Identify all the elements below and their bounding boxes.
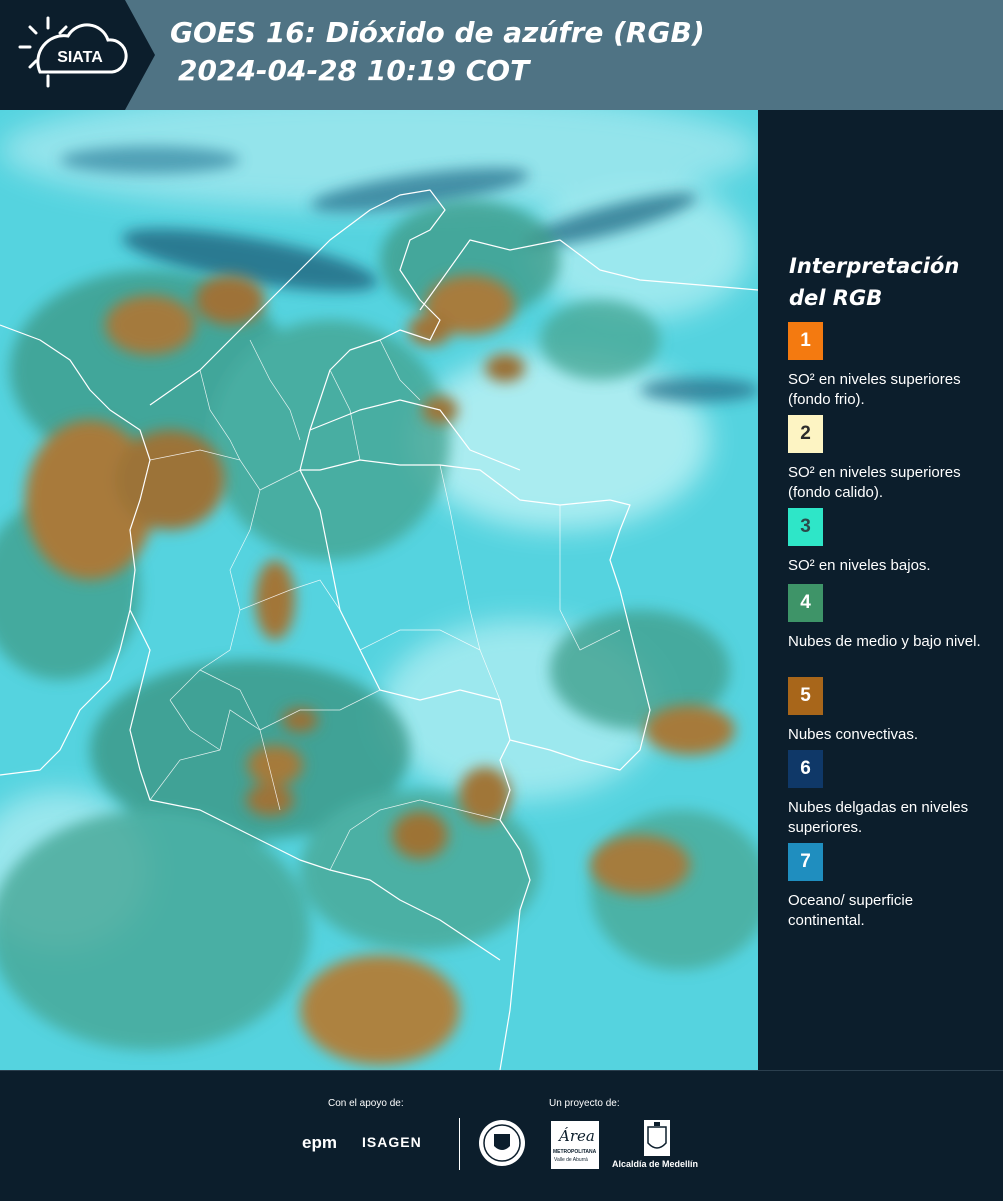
legend-panel: Interpretación del RGB 1 SO² en niveles … xyxy=(758,110,1003,1070)
footer-divider xyxy=(459,1118,460,1170)
legend-number: 1 xyxy=(800,330,811,351)
legend-label: Oceano/ superficie continental. xyxy=(788,892,914,929)
area-metropolitana-logo: Área METROPOLITANA Valle de Aburrá xyxy=(551,1121,599,1169)
project-label: Un proyecto de: xyxy=(549,1098,620,1109)
legend-number: 4 xyxy=(800,592,811,613)
legend-number: 2 xyxy=(800,423,811,444)
legend-title-line-1: Interpretación xyxy=(789,254,960,278)
area-logo-sub-1: METROPOLITANA xyxy=(553,1149,597,1155)
legend-swatch: 1 xyxy=(788,322,823,360)
siata-logo: SIATA xyxy=(0,0,155,110)
legend-label: SO² en niveles superiores (fondo frio). xyxy=(788,371,961,408)
legend-item: 5 Nubes convectivas. xyxy=(788,677,993,745)
legend-swatch: 6 xyxy=(788,750,823,788)
area-logo-name: Área xyxy=(559,1127,595,1145)
legend-swatch: 4 xyxy=(788,584,823,622)
medellin-shield-icon xyxy=(644,1120,670,1156)
area-logo-sub-2: Valle de Aburrá xyxy=(554,1157,588,1163)
legend-swatch: 2 xyxy=(788,415,823,453)
legend-number: 7 xyxy=(800,851,811,872)
legend-number: 5 xyxy=(800,685,811,706)
siata-logo-text: SIATA xyxy=(57,49,103,66)
support-label: Con el apoyo de: xyxy=(328,1098,404,1109)
page-title: GOES 16: Dióxido de azúfre (RGB) 2024-04… xyxy=(170,14,705,90)
footer-bar: Con el apoyo de: Un proyecto de: epm ISA… xyxy=(0,1070,1003,1201)
legend-title: Interpretación del RGB xyxy=(789,250,959,314)
legend-swatch: 5 xyxy=(788,677,823,715)
legend-item: 3 SO² en niveles bajos. xyxy=(788,508,993,576)
legend-label: Nubes delgadas en niveles superiores. xyxy=(788,799,969,836)
legend-swatch: 3 xyxy=(788,508,823,546)
title-line-2: 2024-04-28 10:19 COT xyxy=(178,54,530,87)
medellin-seal-icon xyxy=(479,1120,525,1166)
legend-item: 4 Nubes de medio y bajo nivel. xyxy=(788,584,993,652)
legend-title-line-2: del RGB xyxy=(789,286,883,310)
epm-logo: epm xyxy=(302,1133,337,1152)
legend-number: 3 xyxy=(800,516,811,537)
legend-swatch: 7 xyxy=(788,843,823,881)
legend-item: 1 SO² en niveles superiores (fondo frio)… xyxy=(788,322,993,410)
legend-label: Nubes de medio y bajo nivel. xyxy=(788,633,981,650)
satellite-rgb-map xyxy=(0,110,758,1070)
header-bar: SIATA GOES 16: Dióxido de azúfre (RGB) 2… xyxy=(0,0,1003,110)
title-line-1: GOES 16: Dióxido de azúfre (RGB) xyxy=(170,16,705,49)
legend-label: Nubes convectivas. xyxy=(788,726,919,743)
legend-item: 2 SO² en niveles superiores (fondo calid… xyxy=(788,415,993,503)
legend-number: 6 xyxy=(800,758,811,779)
legend-label: SO² en niveles superiores (fondo calido)… xyxy=(788,464,961,501)
legend-item: 7 Oceano/ superficie continental. xyxy=(788,843,993,931)
legend-item: 6 Nubes delgadas en niveles superiores. xyxy=(788,750,993,838)
isagen-logo: ISAGEN xyxy=(362,1134,422,1150)
alcaldia-medellin-label: Alcaldía de Medellín xyxy=(612,1159,699,1169)
legend-label: SO² en niveles bajos. xyxy=(788,557,931,574)
